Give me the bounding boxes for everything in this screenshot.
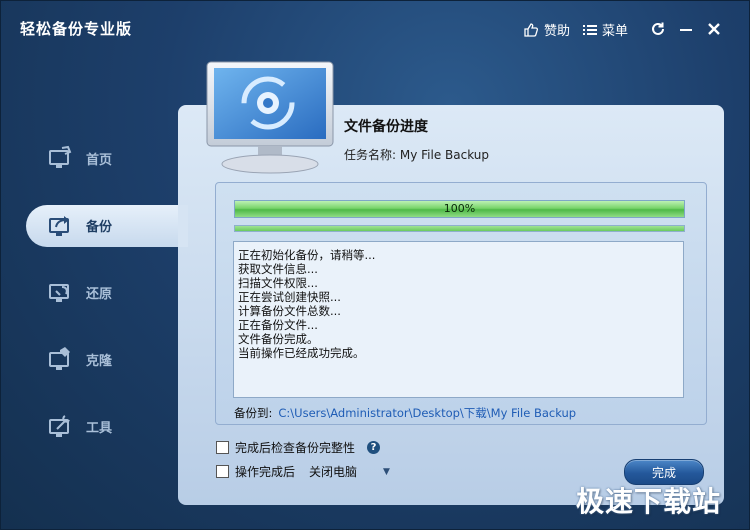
log-line: 当前操作已经成功完成。 <box>238 346 365 360</box>
refresh-button[interactable] <box>648 18 668 40</box>
verify-label: 完成后检查备份完整性 <box>235 441 356 455</box>
site-watermark: 极速下载站 <box>576 485 722 518</box>
like-button[interactable]: 赞助 <box>523 20 570 39</box>
after-checkbox[interactable] <box>216 465 229 478</box>
destination-label: 备份到: <box>234 406 273 420</box>
log-line: 计算备份文件总数... <box>238 304 341 318</box>
refresh-icon <box>652 22 664 35</box>
verify-checkbox[interactable] <box>216 441 229 454</box>
sidebar-item-clone[interactable]: 克隆 <box>48 339 112 379</box>
app-title: 轻松备份专业版 <box>20 20 133 38</box>
after-action-select[interactable]: 关闭电脑 <box>309 463 357 480</box>
task-name-line: 任务名称: My File Backup <box>344 146 489 163</box>
help-icon[interactable]: ? <box>367 441 381 454</box>
task-name-label: 任务名称: <box>344 148 397 162</box>
progress-bar: 100% <box>234 200 685 218</box>
like-label: 赞助 <box>544 24 571 39</box>
backup-monitor-icon <box>206 61 334 174</box>
sidebar-item-label: 首页 <box>86 152 113 168</box>
progress-percent: 100% <box>443 202 476 215</box>
minimize-button[interactable] <box>676 18 696 40</box>
sidebar-item-label: 备份 <box>86 219 113 235</box>
clone-icon <box>49 347 70 370</box>
log-line: 获取文件信息... <box>238 262 318 276</box>
secondary-progress-bar <box>234 225 685 232</box>
log-line: 正在备份文件... <box>238 318 318 332</box>
list-menu-icon <box>583 24 597 35</box>
home-monitor-icon <box>49 145 72 168</box>
sidebar-item-label: 克隆 <box>86 353 113 369</box>
app-window: 轻松备份专业版 赞助 菜单 首页 备份 还原 克隆 工具 文件备份进度 任务名称… <box>0 0 750 530</box>
sidebar-item-backup[interactable]: 备份 <box>48 205 112 245</box>
thumbs-up-icon <box>524 22 539 37</box>
sidebar-item-tools[interactable]: 工具 <box>48 406 112 446</box>
chevron-down-icon[interactable]: ▼ <box>383 467 390 477</box>
destination-path-link[interactable]: C:\Users\Administrator\Desktop\下载\My Fil… <box>278 406 576 420</box>
close-icon <box>708 23 720 35</box>
tools-icon <box>49 415 70 437</box>
log-line: 正在尝试创建快照... <box>238 290 341 304</box>
task-name-value: My File Backup <box>399 148 490 162</box>
sidebar-item-label: 还原 <box>86 286 113 302</box>
menu-label: 菜单 <box>602 24 629 39</box>
log-line: 文件备份完成。 <box>238 332 319 346</box>
after-option: 操作完成后 关闭电脑 ▼ <box>216 463 390 480</box>
close-button[interactable] <box>704 18 724 40</box>
backup-share-icon <box>49 216 69 236</box>
log-line: 扫描文件权限... <box>238 276 318 290</box>
minimize-icon <box>680 29 692 31</box>
progress-title: 文件备份进度 <box>344 119 428 135</box>
menu-button[interactable]: 菜单 <box>583 20 628 39</box>
sidebar-item-home[interactable]: 首页 <box>48 138 112 178</box>
panel-connector <box>178 205 188 247</box>
restore-icon <box>49 284 69 302</box>
log-output: 正在初始化备份，请稍等... 获取文件信息... 扫描文件权限... 正在尝试创建快照… <box>233 241 684 398</box>
sidebar-item-restore[interactable]: 还原 <box>48 272 112 312</box>
sidebar-item-label: 工具 <box>86 420 113 436</box>
verify-option: 完成后检查备份完整性 ? <box>216 439 381 456</box>
after-label: 操作完成后 <box>235 465 296 479</box>
destination-line: 备份到: C:\Users\Administrator\Desktop\下载\My… <box>234 405 576 421</box>
log-line: 正在初始化备份，请稍等... <box>238 248 376 262</box>
